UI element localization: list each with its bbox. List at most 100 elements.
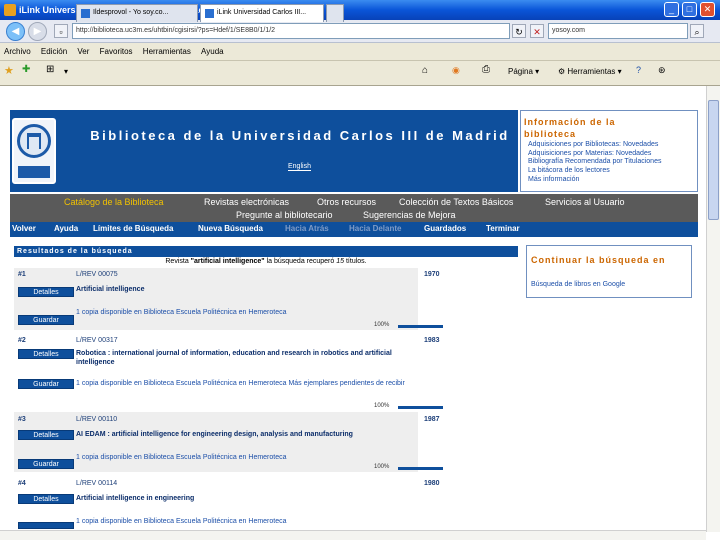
record-holdings: 1 copia disponible en Biblioteca Escuela… [76, 309, 287, 316]
english-link[interactable]: English [288, 163, 311, 171]
search-input[interactable]: yosoy.com [548, 23, 688, 39]
menu-bar: Archivo Edición Ver Favoritos Herramient… [0, 43, 720, 61]
summary-mid: la búsqueda recuperó [266, 258, 335, 265]
record-number: #1 [18, 271, 26, 278]
vertical-scrollbar[interactable] [706, 86, 720, 532]
horizontal-scrollbar[interactable] [0, 530, 706, 540]
nav-limites[interactable]: Límites de Búsqueda [93, 224, 173, 233]
menu-file[interactable]: Archivo [0, 43, 35, 56]
info-link-bibliografia[interactable]: Bibliografía Recomendada por Titulacione… [528, 158, 661, 165]
nav-servicios[interactable]: Servicios al Usuario [545, 197, 625, 207]
nav-textos-basicos[interactable]: Colección de Textos Básicos [399, 197, 513, 207]
maximize-icon[interactable]: □ [682, 2, 697, 17]
google-books-link[interactable]: Búsqueda de libros en Google [531, 281, 625, 288]
record-title[interactable]: Artificial intelligence in engineering [76, 494, 416, 503]
university-logo [12, 118, 56, 184]
nav-nueva-busqueda[interactable]: Nueva Búsqueda [198, 224, 263, 233]
nav-hacia-atras: Hacia Atrás [285, 224, 329, 233]
record-callno: L/REV 00075 [76, 271, 118, 278]
quick-tabs-icon[interactable]: ⊞ [46, 64, 54, 75]
page-menu-label: Página [508, 67, 533, 76]
print-icon[interactable]: ⎙ [482, 64, 490, 75]
url-input[interactable]: http://biblioteca.uc3m.es/uhtbin/cgisirs… [72, 23, 510, 39]
menu-help[interactable]: Ayuda [197, 43, 228, 56]
tab-favicon-icon [81, 9, 90, 18]
home-icon[interactable]: ⌂ [422, 65, 428, 76]
stop-icon[interactable]: ✕ [530, 24, 544, 38]
nav-otros-recursos[interactable]: Otros recursos [317, 197, 376, 207]
relevance-bar [398, 325, 443, 328]
page-menu[interactable]: Página ▾ [508, 67, 539, 76]
summary-query: "artificial intelligence" [190, 258, 265, 265]
add-favorite-icon[interactable]: ✚ [22, 64, 30, 75]
record-holdings: 1 copia disponible en Biblioteca Escuela… [76, 518, 287, 525]
tab-yosoy[interactable]: Ildesprovol - Yo soy.co... [76, 4, 198, 22]
continue-search-panel [526, 245, 692, 298]
save-button[interactable] [18, 522, 74, 529]
nav-catalogo[interactable]: Catálogo de la Biblioteca [64, 197, 164, 207]
tools-menu-label: Herramientas [567, 67, 616, 76]
library-title: Biblioteca de la Universidad Carlos III … [90, 128, 510, 143]
tab-list-icon[interactable]: ▾ [64, 67, 68, 76]
record-callno: L/REV 00114 [76, 480, 118, 487]
library-header [10, 110, 518, 192]
nav-guardados[interactable]: Guardados [424, 224, 466, 233]
favorites-star-icon[interactable]: ★ [4, 64, 14, 77]
scroll-thumb[interactable] [708, 100, 719, 220]
back-icon[interactable]: ◀ [6, 22, 25, 41]
relevance-percent: 100% [374, 403, 390, 409]
record-title[interactable]: Robotica : international journal of info… [76, 349, 416, 367]
search-icon[interactable]: ⌕ [690, 24, 704, 38]
menu-edit[interactable]: Edición [37, 43, 71, 56]
tab-favicon-icon [205, 9, 214, 18]
refresh-icon[interactable]: ↻ [512, 24, 526, 38]
save-button[interactable]: Guardar [18, 315, 74, 325]
info-link-mas-informacion[interactable]: Más información [528, 176, 579, 183]
details-button[interactable]: Detalles [18, 349, 74, 359]
help-icon[interactable]: ? [636, 65, 641, 75]
relevance-percent: 100% [374, 464, 390, 470]
minimize-icon[interactable]: _ [664, 2, 679, 17]
nav-pregunte[interactable]: Pregunte al bibliotecario [236, 210, 333, 220]
relevance-bar [398, 406, 443, 409]
save-button[interactable]: Guardar [18, 379, 74, 389]
results-summary: Revista "artificial intelligence" la bús… [14, 258, 518, 265]
menu-favorites[interactable]: Favoritos [96, 43, 137, 56]
summary-post: títulos. [345, 258, 367, 265]
nav-volver[interactable]: Volver [12, 224, 36, 233]
record-holdings: 1 copia disponible en Biblioteca Escuela… [76, 380, 405, 387]
info-link-novedades-materias[interactable]: Adquisiciones por Materias: Novedades [528, 150, 651, 157]
details-button[interactable]: Detalles [18, 287, 74, 297]
result-record-1 [14, 268, 418, 330]
forward-icon[interactable]: ▶ [28, 22, 47, 41]
save-button[interactable]: Guardar [18, 459, 74, 469]
details-button[interactable]: Detalles [18, 430, 74, 440]
details-button[interactable]: Detalles [18, 494, 74, 504]
record-callno: L/REV 00110 [76, 416, 118, 423]
info-link-novedades-bibliotecas[interactable]: Adquisiciones por Bibliotecas: Novedades [528, 141, 658, 148]
record-year: 1980 [424, 480, 440, 487]
nav-ayuda[interactable]: Ayuda [54, 224, 78, 233]
record-year: 1983 [424, 337, 440, 344]
info-title: Información de la biblioteca [524, 117, 616, 139]
menu-view[interactable]: Ver [73, 43, 93, 56]
record-title[interactable]: Artificial intelligence [76, 285, 416, 294]
nav-sugerencias[interactable]: Sugerencias de Mejora [363, 210, 456, 220]
secondary-nav: Volver Ayuda Límites de Búsqueda Nueva B… [10, 222, 698, 237]
record-number: #2 [18, 337, 26, 344]
results-header: Resultados de la búsqueda [14, 246, 518, 257]
new-tab-button[interactable] [326, 4, 344, 22]
tools-menu[interactable]: ⚙ Herramientas ▾ [558, 67, 622, 76]
info-link-bitacora[interactable]: La bitácora de los lectores [528, 167, 610, 174]
feeds-icon[interactable]: ◉ [452, 65, 460, 76]
nav-revistas[interactable]: Revistas electrónicas [204, 197, 289, 207]
research-icon[interactable]: ⊛ [658, 65, 666, 76]
summary-count: 15 [336, 258, 345, 265]
primary-nav: Catálogo de la Biblioteca Revistas elect… [10, 194, 698, 222]
close-icon[interactable]: ✕ [700, 2, 715, 17]
nav-terminar[interactable]: Terminar [486, 224, 520, 233]
tab-ilink[interactable]: iLink Universidad Carlos III... [200, 4, 324, 22]
continue-search-title: Continuar la búsqueda en [531, 255, 666, 265]
menu-tools[interactable]: Herramientas [139, 43, 195, 56]
record-title[interactable]: AI EDAM : artificial intelligence for en… [76, 430, 416, 439]
